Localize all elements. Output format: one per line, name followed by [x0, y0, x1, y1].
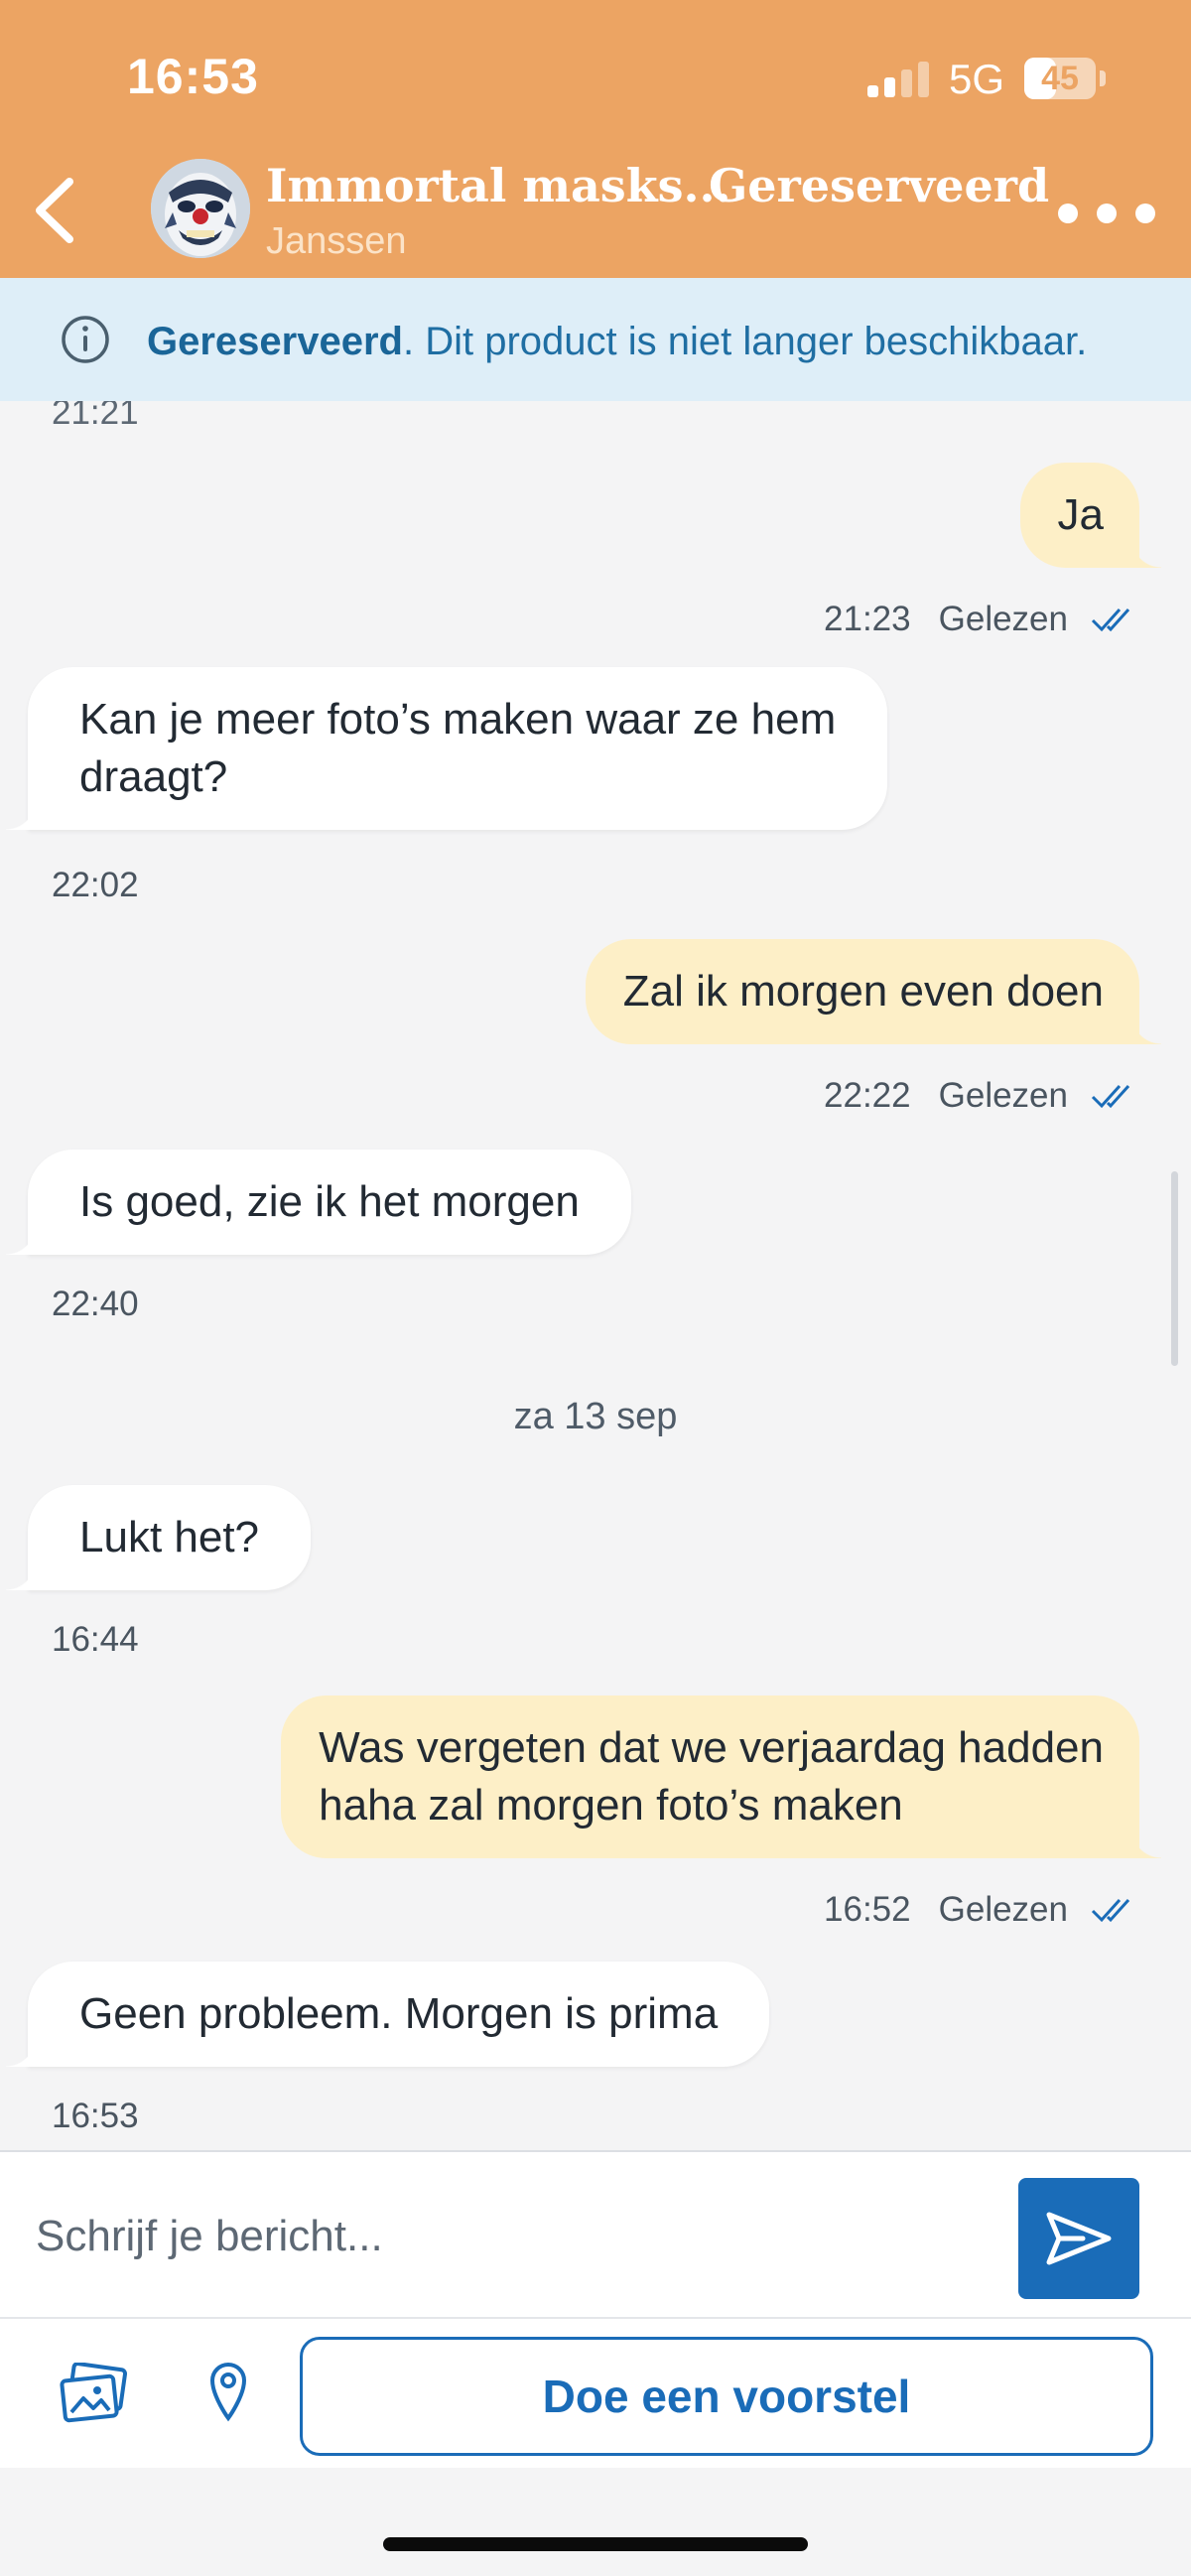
back-button[interactable] — [20, 171, 89, 250]
network-type: 5G — [949, 56, 1005, 102]
location-pin-icon[interactable] — [206, 2359, 250, 2422]
mask-image — [151, 159, 250, 258]
message-text: Geen probleem. Morgen is prima — [79, 1989, 719, 2038]
message-time: 16:44 — [52, 1620, 139, 1659]
message-bubble-outgoing[interactable]: Zal ik morgen even doen — [585, 939, 1162, 1044]
message-list[interactable]: 21:21 Ja 21:23 Gelezen Kan je meer foto’… — [0, 401, 1191, 2150]
battery-icon: 45 — [1024, 58, 1096, 99]
message-bubble-incoming[interactable]: Kan je meer foto’s maken waar ze hem dra… — [5, 667, 888, 830]
read-status: Gelezen — [938, 1076, 1068, 1115]
message-text-line: haha zal morgen foto’s maken — [319, 1781, 903, 1830]
message-text-line: Kan je meer foto’s maken waar ze hem — [79, 695, 837, 744]
send-button[interactable] — [1018, 2178, 1139, 2299]
message-text: Zal ik morgen even doen — [622, 967, 1104, 1016]
item-avatar[interactable] — [151, 159, 250, 258]
home-area — [0, 2468, 1191, 2576]
info-icon — [62, 316, 109, 363]
message-time: 21:21 — [52, 401, 139, 432]
item-title[interactable]: Immortal masks... — [266, 159, 731, 212]
reserved-status: Gereserveerd — [709, 159, 1050, 212]
message-text-line: draagt? — [79, 752, 228, 801]
double-check-icon — [1091, 608, 1130, 632]
status-time: 16:53 — [127, 49, 259, 104]
message-bubble-incoming[interactable]: Geen probleem. Morgen is prima — [5, 1962, 770, 2067]
battery-level: 45 — [1041, 60, 1079, 97]
more-icon — [1058, 203, 1078, 223]
more-icon-dot — [1135, 203, 1155, 223]
chat-toolbar: Doe een voorstel — [0, 2319, 1191, 2468]
home-indicator[interactable] — [383, 2537, 808, 2551]
message-meta: 22:22 Gelezen — [824, 1076, 1139, 1116]
chat-header: 16:53 5G 45 Immortal masks... Janssen Ge… — [0, 0, 1191, 278]
send-icon — [1046, 2212, 1112, 2265]
banner-bold: Gereserveerd — [147, 320, 403, 363]
message-meta: 21:23 Gelezen — [824, 600, 1139, 639]
message-bubble-outgoing[interactable]: Was vergeten dat we verjaardag hadden ha… — [281, 1695, 1161, 1858]
message-text-line: Was vergeten dat we verjaardag hadden — [319, 1723, 1104, 1772]
read-status: Gelezen — [938, 1890, 1068, 1929]
more-icon-dot — [1097, 203, 1117, 223]
message-time: 21:23 — [824, 600, 911, 638]
read-status: Gelezen — [938, 600, 1068, 638]
chat-scrollbar[interactable] — [1171, 1171, 1178, 1366]
message-time: 16:53 — [52, 2097, 139, 2135]
battery-cap — [1100, 70, 1106, 86]
message-time: 16:52 — [824, 1890, 911, 1929]
double-check-icon — [1091, 1898, 1130, 1923]
message-meta: 16:52 Gelezen — [824, 1890, 1139, 1930]
message-bubble-incoming[interactable]: Is goed, zie ik het morgen — [6, 1150, 631, 1255]
message-bubble-outgoing[interactable]: Ja — [1019, 463, 1162, 568]
date-separator: za 13 sep — [513, 1396, 678, 1437]
signal-strength-icon — [867, 60, 931, 97]
message-time: 22:40 — [52, 1285, 139, 1323]
photos-icon[interactable] — [58, 2363, 129, 2426]
message-composer — [0, 2150, 1191, 2319]
message-text: Lukt het? — [79, 1513, 260, 1561]
more-options-button[interactable] — [1052, 189, 1161, 238]
banner-message: Gereserveerd. Dit product is niet langer… — [147, 320, 1087, 364]
message-input[interactable] — [36, 2182, 989, 2291]
back-icon — [36, 178, 73, 243]
seller-name: Janssen — [266, 220, 407, 262]
make-offer-button[interactable]: Doe een voorstel — [300, 2337, 1153, 2456]
banner-text: . Dit product is niet langer beschikbaar… — [402, 320, 1088, 363]
message-text: Ja — [1057, 490, 1104, 539]
message-text: Is goed, zie ik het morgen — [79, 1177, 580, 1226]
double-check-icon — [1091, 1084, 1130, 1109]
message-bubble-incoming[interactable]: Lukt het? — [5, 1485, 312, 1590]
message-time: 22:22 — [824, 1076, 911, 1115]
message-time: 22:02 — [52, 866, 139, 904]
